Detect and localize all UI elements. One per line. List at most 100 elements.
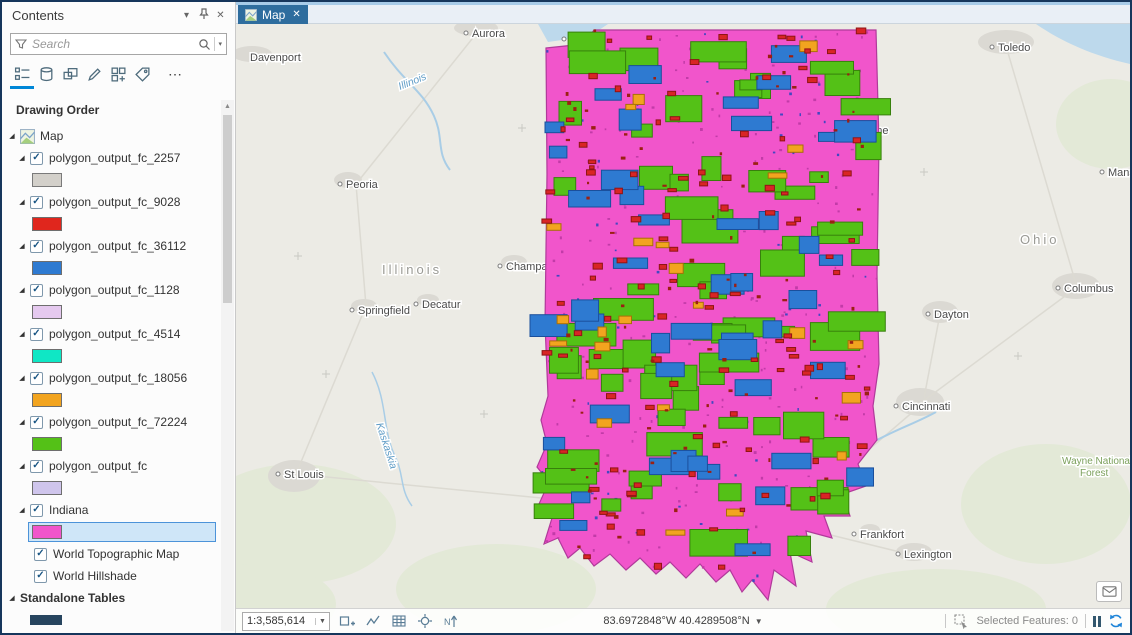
list-by-data-source-icon[interactable] [34, 63, 58, 89]
layer-swatch[interactable] [32, 217, 62, 231]
search-icon[interactable] [198, 38, 211, 51]
expander-icon[interactable]: ◢ [16, 506, 28, 514]
more-options-icon[interactable]: ⋯ [168, 63, 183, 85]
layer-item[interactable]: ◢✓polygon_output_fc_36112 [2, 235, 235, 257]
basemap-layer-item[interactable]: ✓World Hillshade [2, 565, 235, 587]
layer-swatch-row[interactable] [28, 170, 216, 190]
layer-swatch[interactable] [32, 305, 62, 319]
svg-text:Ohio: Ohio [1020, 232, 1059, 247]
layer-swatch-row[interactable] [28, 390, 216, 410]
layer-item-map[interactable]: ◢Map [2, 125, 235, 147]
pane-menu-icon[interactable]: ▾ [178, 10, 195, 21]
basemap-layer-item[interactable]: ✓ World Topographic Map [2, 543, 235, 565]
layer-item[interactable]: ◢✓polygon_output_fc_18056 [2, 367, 235, 389]
layer-swatch-row[interactable] [28, 478, 216, 498]
map-canvas[interactable]: AuroraGaryDavenportToledoFort WayneMansf… [236, 24, 1130, 633]
list-by-editing-icon[interactable] [82, 63, 106, 89]
layer-label: World Topographic Map [53, 547, 179, 561]
svg-text:Cincinnati: Cincinnati [902, 401, 950, 413]
layer-label: Indiana [49, 503, 88, 517]
coordinates-display[interactable]: 83.6972848°W 40.4289508°N ▼ [603, 615, 762, 627]
layer-checkbox[interactable]: ✓ [30, 504, 43, 517]
status-right-group: Selected Features: 0 [945, 613, 1124, 629]
layer-checkbox[interactable]: ✓ [30, 240, 43, 253]
map-view-area: Map ✕ AuroraGaryDavenportToledoFort Wayn… [236, 2, 1130, 633]
scale-dropdown-icon[interactable]: ▼ [315, 618, 329, 625]
layer-item[interactable]: ◢✓polygon_output_fc_2257 [2, 147, 235, 169]
layer-swatch[interactable] [32, 349, 62, 363]
expander-icon[interactable]: ◢ [16, 374, 28, 382]
notifications-button[interactable] [1096, 581, 1122, 602]
expander-icon[interactable]: ◢ [16, 286, 28, 294]
contents-pane-header: Contents ▾ ✕ [2, 2, 235, 28]
layer-label: polygon_output_fc [49, 459, 147, 473]
tab-close-icon[interactable]: ✕ [292, 9, 300, 20]
layer-item[interactable]: ◢✓polygon_output_fc_72224 [2, 411, 235, 433]
coordinates-dropdown-icon[interactable]: ▼ [755, 617, 763, 626]
layer-item[interactable]: ◢✓ Indiana [2, 499, 235, 521]
list-by-labeling-icon[interactable] [130, 63, 154, 89]
flash-location-icon[interactable] [415, 612, 434, 631]
new-extent-icon[interactable] [337, 612, 356, 631]
layer-swatch-row[interactable] [28, 522, 216, 542]
layer-swatch[interactable] [32, 393, 62, 407]
layer-item[interactable]: ◢✓polygon_output_fc_9028 [2, 191, 235, 213]
layer-swatch[interactable] [32, 173, 62, 187]
layer-tree: ◢Map◢✓polygon_output_fc_2257◢✓polygon_ou… [2, 125, 235, 625]
north-arrow-icon[interactable]: N [441, 612, 460, 631]
layer-swatch-row[interactable] [28, 302, 216, 322]
scroll-up-icon[interactable]: ▲ [221, 100, 234, 113]
expander-icon[interactable]: ◢ [6, 132, 18, 140]
expander-icon[interactable]: ◢ [16, 154, 28, 162]
layer-checkbox[interactable]: ✓ [34, 548, 47, 561]
svg-text:Mansfield: Mansfield [1108, 167, 1130, 179]
pin-icon[interactable] [195, 8, 212, 23]
expander-icon[interactable]: ◢ [16, 418, 28, 426]
layer-swatch[interactable] [32, 481, 62, 495]
grid-icon[interactable] [389, 612, 408, 631]
tab-map-label: Map [262, 8, 285, 22]
layer-swatch[interactable] [32, 437, 62, 451]
layer-swatch[interactable] [32, 261, 62, 275]
layer-swatch-row[interactable] [28, 346, 216, 366]
close-pane-icon[interactable]: ✕ [212, 10, 229, 21]
search-options-icon[interactable]: ▾ [218, 40, 222, 48]
layer-swatch-row[interactable] [28, 214, 216, 234]
layer-checkbox[interactable]: ✓ [30, 152, 43, 165]
expander-icon[interactable]: ◢ [16, 198, 28, 206]
layer-checkbox[interactable]: ✓ [30, 416, 43, 429]
divider [1085, 614, 1086, 628]
sketch-icon[interactable] [363, 612, 382, 631]
layer-item[interactable]: ◢✓polygon_output_fc_1128 [2, 279, 235, 301]
expander-icon[interactable]: ◢ [16, 330, 28, 338]
pause-drawing-button[interactable] [1093, 616, 1101, 627]
expander-icon[interactable]: ◢ [6, 594, 18, 602]
list-by-snapping-icon[interactable] [106, 63, 130, 89]
layer-symbol-row [2, 521, 235, 543]
layer-checkbox[interactable]: ✓ [30, 372, 43, 385]
list-by-drawing-order-icon[interactable] [10, 63, 34, 89]
layer-swatch-row[interactable] [28, 258, 216, 278]
contents-scrollbar[interactable]: ▲ [221, 100, 234, 631]
layer-swatch[interactable] [32, 525, 62, 539]
list-by-selection-icon[interactable] [58, 63, 82, 89]
refresh-icon[interactable] [1108, 613, 1124, 629]
divider [214, 37, 215, 51]
layer-checkbox[interactable]: ✓ [30, 460, 43, 473]
layer-symbol-row [2, 389, 235, 411]
partial-layer-item [30, 615, 62, 625]
layer-checkbox[interactable]: ✓ [30, 196, 43, 209]
scrollbar-thumb[interactable] [223, 115, 232, 303]
search-input[interactable]: Search ▾ [10, 33, 227, 55]
layer-item[interactable]: ◢✓polygon_output_fc_4514 [2, 323, 235, 345]
layer-checkbox[interactable]: ✓ [30, 284, 43, 297]
scale-selector[interactable]: 1:3,585,614 ▼ [242, 612, 330, 631]
standalone-tables-section[interactable]: ◢Standalone Tables [2, 587, 235, 609]
expander-icon[interactable]: ◢ [16, 462, 28, 470]
layer-swatch-row[interactable] [28, 434, 216, 454]
layer-checkbox[interactable]: ✓ [30, 328, 43, 341]
tab-map[interactable]: Map ✕ [238, 5, 308, 24]
layer-checkbox[interactable]: ✓ [34, 570, 47, 583]
expander-icon[interactable]: ◢ [16, 242, 28, 250]
layer-item[interactable]: ◢✓ polygon_output_fc [2, 455, 235, 477]
